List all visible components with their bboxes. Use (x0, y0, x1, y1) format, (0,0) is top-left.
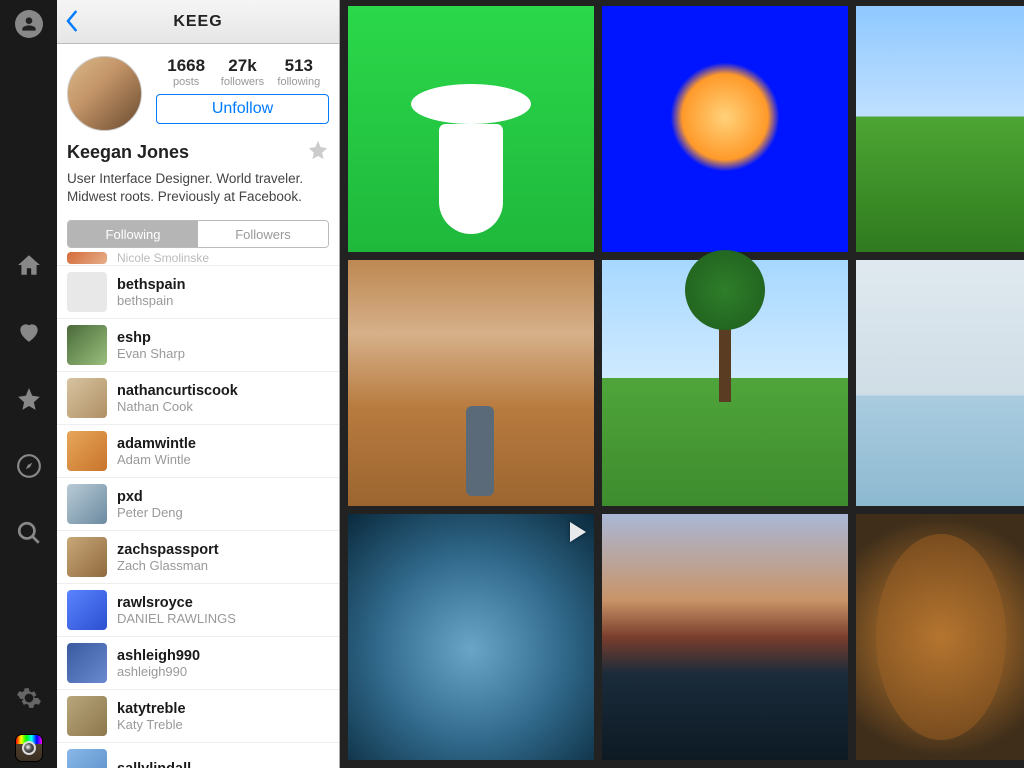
profile-bio: User Interface Designer. World traveler.… (57, 166, 339, 216)
fullname: Zach Glassman (117, 558, 219, 573)
heart-icon[interactable] (16, 319, 42, 350)
user-thumb (67, 484, 107, 524)
fullname: Peter Deng (117, 505, 183, 520)
photo-tile-roast-dinner[interactable] (856, 514, 1024, 760)
fullname: bethspain (117, 293, 185, 308)
user-thumb (67, 431, 107, 471)
tab-followers[interactable]: Followers (198, 221, 328, 247)
list-item[interactable]: adamwintleAdam Wintle (57, 425, 339, 478)
user-thumb (67, 252, 107, 264)
star-icon[interactable] (16, 386, 42, 417)
back-button[interactable] (63, 6, 83, 41)
photo-tile-green-hill[interactable] (856, 6, 1024, 252)
username: bethspain (117, 277, 185, 293)
user-thumb (67, 696, 107, 736)
person-icon (21, 16, 37, 32)
username: nathancurtiscook (117, 383, 238, 399)
search-icon[interactable] (16, 520, 42, 551)
user-thumb (67, 325, 107, 365)
settings-icon[interactable] (16, 685, 42, 716)
user-thumb (67, 537, 107, 577)
photo-grid-wrap[interactable] (340, 0, 1024, 768)
photo-tile-bay-skyline[interactable] (856, 260, 1024, 506)
compass-icon[interactable] (16, 453, 42, 484)
list-item[interactable]: Nicole Smolinske (57, 252, 339, 266)
fullname: Evan Sharp (117, 346, 185, 361)
play-icon (570, 522, 586, 542)
list-item[interactable]: nathancurtiscookNathan Cook (57, 372, 339, 425)
page-title: KEEG (173, 13, 222, 31)
fullname: DANIEL RAWLINGS (117, 611, 236, 626)
display-name: Keegan Jones (67, 142, 189, 163)
photo-tile-palm-tree-park[interactable] (602, 260, 848, 506)
list-item[interactable]: eshpEvan Sharp (57, 319, 339, 372)
list-item[interactable]: sallylindall (57, 743, 339, 768)
profile-avatar[interactable] (67, 56, 142, 131)
photo-tile-curved-mural[interactable] (348, 260, 594, 506)
user-thumb (67, 272, 107, 312)
username: katytreble (117, 701, 186, 717)
user-thumb (67, 378, 107, 418)
list-item[interactable]: pxdPeter Deng (57, 478, 339, 531)
following-list[interactable]: Nicole Smolinske bethspainbethspaineshpE… (57, 252, 339, 768)
list-item[interactable]: katytrebleKaty Treble (57, 690, 339, 743)
stats-row: 1668 posts 27k followers 513 following (156, 56, 329, 88)
fullname: Nathan Cook (117, 399, 238, 414)
favorite-star-icon[interactable] (307, 139, 329, 166)
tab-following[interactable]: Following (68, 221, 198, 247)
username: adamwintle (117, 436, 196, 452)
current-user-avatar[interactable] (15, 10, 43, 38)
unfollow-button[interactable]: Unfollow (156, 94, 329, 124)
username: sallylindall (117, 761, 191, 768)
stat-following[interactable]: 513 following (271, 56, 327, 88)
titlebar: KEEG (57, 0, 339, 44)
user-thumb (67, 590, 107, 630)
list-item[interactable]: zachspassportZach Glassman (57, 531, 339, 584)
nav-rail (0, 0, 57, 768)
list-item[interactable]: ashleigh990ashleigh990 (57, 637, 339, 690)
user-thumb (67, 643, 107, 683)
follow-tabs: Following Followers (67, 220, 329, 248)
fullname: Adam Wintle (117, 452, 196, 467)
list-item[interactable]: rawlsroyceDANIEL RAWLINGS (57, 584, 339, 637)
profile-panel: KEEG 1668 posts 27k followers 513 follo (57, 0, 340, 768)
user-thumb (67, 749, 107, 768)
stat-followers[interactable]: 27k followers (214, 56, 270, 88)
instagram-icon[interactable] (15, 734, 43, 762)
username: rawlsroyce (117, 595, 236, 611)
fullname: Katy Treble (117, 717, 186, 732)
username: ashleigh990 (117, 648, 200, 664)
photo-tile-mountain-sunset[interactable] (602, 514, 848, 760)
photo-tile-birthday-cake[interactable] (348, 6, 594, 252)
fullname: ashleigh990 (117, 664, 200, 679)
home-icon[interactable] (16, 252, 42, 283)
username: pxd (117, 489, 183, 505)
photo-grid (348, 6, 1024, 760)
photo-tile-jellyfish[interactable] (602, 6, 848, 252)
list-item[interactable]: bethspainbethspain (57, 266, 339, 319)
stat-posts[interactable]: 1668 posts (158, 56, 214, 88)
username: zachspassport (117, 542, 219, 558)
username: eshp (117, 330, 185, 346)
photo-tile-sea-otter[interactable] (348, 514, 594, 760)
